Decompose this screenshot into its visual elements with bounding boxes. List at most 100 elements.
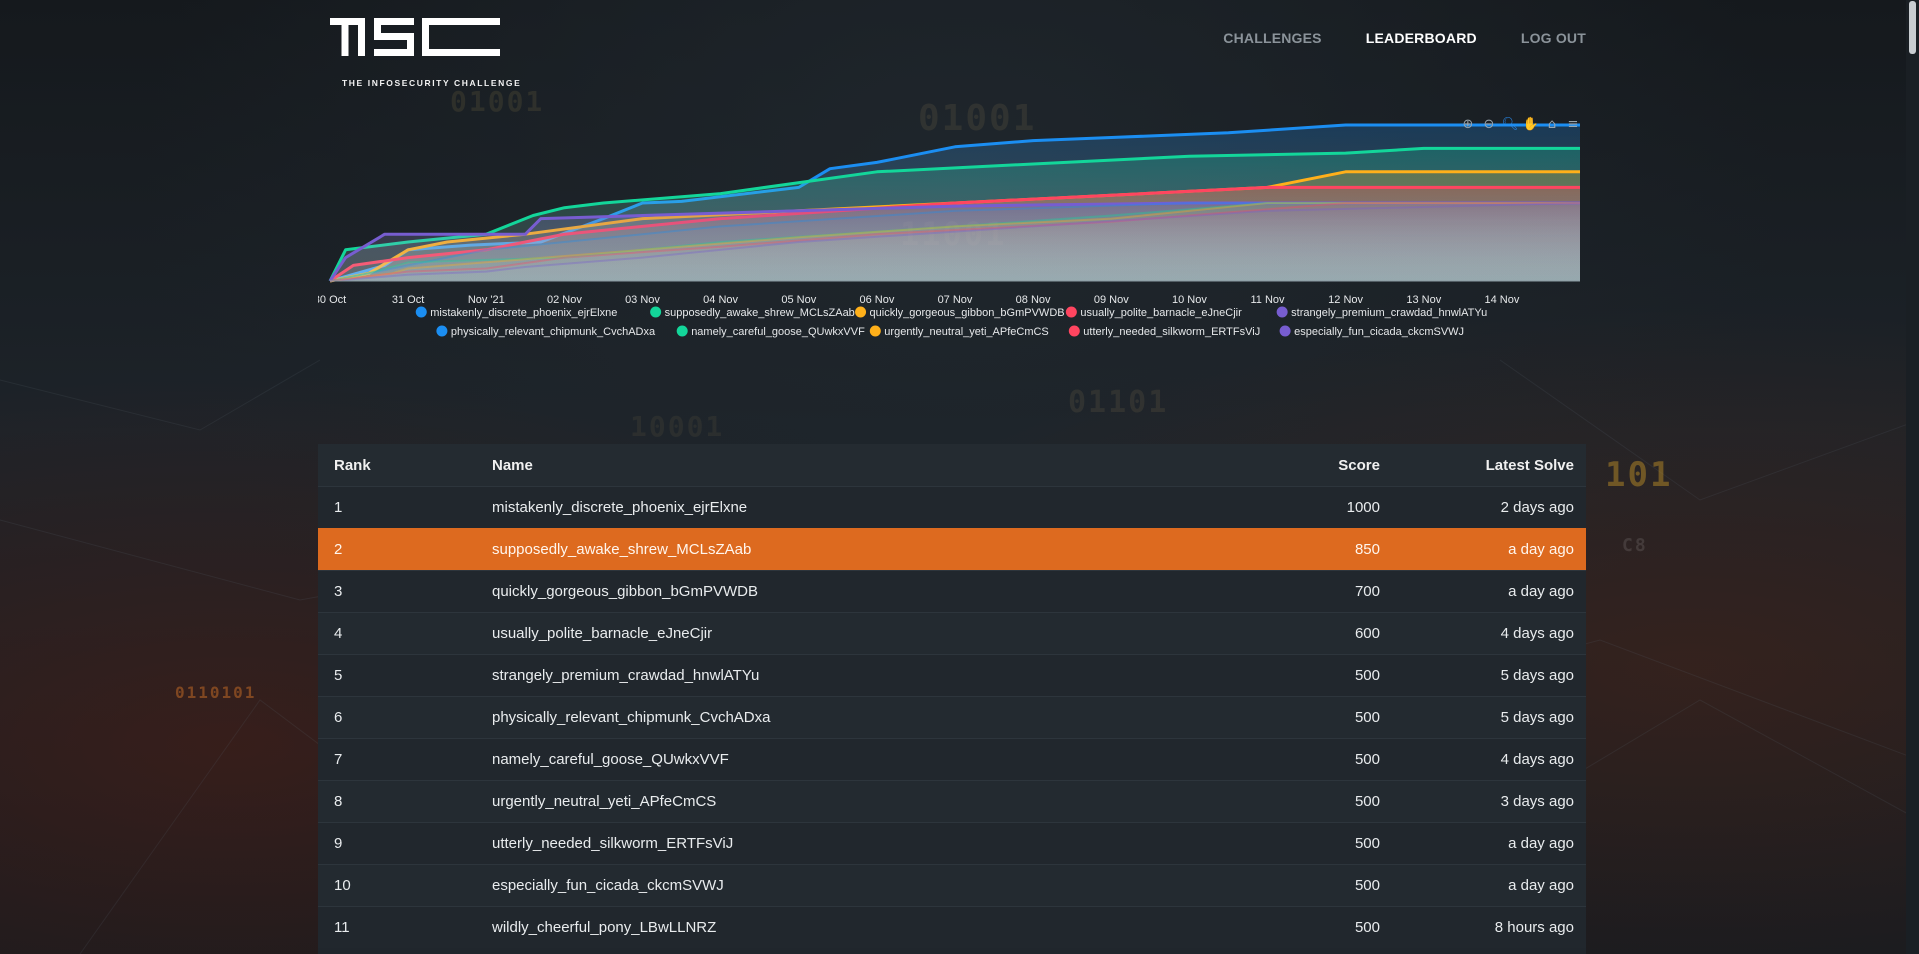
legend-item[interactable]: especially_fun_cicada_ckcmSVWJ [1279, 325, 1464, 339]
cell-latest-solve: a day ago [1392, 528, 1586, 571]
legend-label: mistakenly_discrete_phoenix_ejrElxne [430, 307, 617, 319]
table-row[interactable]: 5 strangely_premium_crawdad_hnwlATYu 500 5 … [318, 654, 1586, 697]
cell-latest-solve: 5 days ago [1392, 654, 1586, 697]
legend-label: namely_careful_goose_QUwkxVVF [691, 326, 865, 338]
chart-toolbar: ⊕ ⊖ 🔍︎ ✋ ⌂ ≡ [1459, 115, 1582, 133]
site-header: THE INFOSECURITY CHALLENGE CHALLENGES LE… [318, 0, 1586, 90]
table-row[interactable]: 11 wildly_cheerful_pony_LBwLLNRZ 500 8 hour… [318, 906, 1586, 948]
table-row[interactable]: 7 namely_careful_goose_QUwkxVVF 500 4 days … [318, 738, 1586, 781]
nav-leaderboard[interactable]: LEADERBOARD [1366, 30, 1477, 46]
legend-item[interactable]: quickly_gorgeous_gibbon_bGmPVWDB [855, 306, 1065, 320]
legend-marker [436, 325, 448, 337]
table-header-row: Rank Name Score Latest Solve [318, 444, 1586, 487]
background-digits: 0110101 [175, 683, 257, 702]
x-tick-label: 03 Nov [625, 294, 660, 306]
cell-name: mistakenly_discrete_phoenix_ejrElxne [476, 486, 1204, 529]
legend-item[interactable]: usually_polite_barnacle_eJneCjir [1065, 306, 1242, 320]
leaderboard-body: 1 mistakenly_discrete_phoenix_ejrElxne 100… [318, 486, 1586, 948]
column-header-latest-solve[interactable]: Latest Solve [1392, 444, 1586, 487]
legend-marker [1068, 325, 1080, 337]
tisc-logo[interactable]: THE INFOSECURITY CHALLENGE [330, 16, 520, 88]
legend-marker [415, 306, 427, 318]
column-header-name[interactable]: Name [476, 444, 1204, 487]
cell-latest-solve: 4 days ago [1392, 612, 1586, 655]
x-tick-label: 11 Nov [1250, 294, 1285, 306]
nav-logout[interactable]: LOG OUT [1521, 30, 1586, 46]
cell-score: 500 [1204, 864, 1392, 907]
zoom-out-icon[interactable]: ⊖ [1480, 115, 1498, 133]
table-row[interactable]: 9 utterly_needed_silkworm_ERTFsViJ 500 a da… [318, 822, 1586, 865]
cell-score: 500 [1204, 696, 1392, 739]
legend-item[interactable]: strangely_premium_crawdad_hnwlATYu [1276, 306, 1488, 320]
chart-legend: mistakenly_discrete_phoenix_ejrElxne supp… [415, 306, 1488, 339]
table-row[interactable]: 3 quickly_gorgeous_gibbon_bGmPVWDB 700 a da… [318, 570, 1586, 613]
cell-rank: 8 [318, 780, 476, 823]
x-tick-label: Nov '21 [468, 294, 505, 306]
x-tick-label: 08 Nov [1016, 294, 1051, 306]
legend-label: urgently_neutral_yeti_APfeCmCS [884, 326, 1048, 338]
cell-name: strangely_premium_crawdad_hnwlATYu [476, 654, 1204, 697]
legend-marker [650, 306, 662, 318]
scrollbar-thumb[interactable] [1909, 1, 1916, 54]
legend-marker [1065, 306, 1077, 318]
selection-zoom-icon[interactable]: 🔍︎ [1501, 115, 1519, 133]
cell-rank: 4 [318, 612, 476, 655]
cell-score: 500 [1204, 822, 1392, 865]
cell-score: 500 [1204, 654, 1392, 697]
cell-name: physically_relevant_chipmunk_CvchADxa [476, 696, 1204, 739]
cell-rank: 11 [318, 906, 476, 948]
column-header-score[interactable]: Score [1204, 444, 1392, 487]
cell-latest-solve: 3 days ago [1392, 780, 1586, 823]
plot-area [328, 123, 1581, 283]
legend-marker [855, 306, 867, 318]
legend-item[interactable]: urgently_neutral_yeti_APfeCmCS [869, 325, 1049, 339]
legend-item[interactable]: supposedly_awake_shrew_MCLsZAab [650, 306, 855, 320]
background-digits: 101 [1605, 455, 1673, 495]
legend-label: supposedly_awake_shrew_MCLsZAab [665, 307, 855, 319]
x-tick-label: 14 Nov [1484, 294, 1519, 306]
table-row[interactable]: 10 especially_fun_cicada_ckcmSVWJ 500 a day… [318, 864, 1586, 907]
home-icon[interactable]: ⌂ [1543, 115, 1561, 133]
legend-item[interactable]: physically_relevant_chipmunk_CvchADxa [436, 325, 656, 339]
pan-icon[interactable]: ✋ [1522, 115, 1540, 133]
table-row[interactable]: 1 mistakenly_discrete_phoenix_ejrElxne 100… [318, 486, 1586, 529]
page-scrollbar[interactable] [1906, 0, 1919, 954]
legend-label: quickly_gorgeous_gibbon_bGmPVWDB [870, 307, 1065, 319]
x-tick-label: 10 Nov [1172, 294, 1207, 306]
cell-score: 500 [1204, 906, 1392, 948]
x-tick-label: 13 Nov [1406, 294, 1441, 306]
leaderboard-panel: Rank Name Score Latest Solve 1 mistakenly… [318, 444, 1586, 954]
column-header-rank[interactable]: Rank [318, 444, 476, 487]
cell-name: namely_careful_goose_QUwkxVVF [476, 738, 1204, 781]
x-tick-label: 05 Nov [781, 294, 816, 306]
cell-name: quickly_gorgeous_gibbon_bGmPVWDB [476, 570, 1204, 613]
logo-mark [330, 18, 500, 56]
cell-score: 500 [1204, 780, 1392, 823]
cell-name: especially_fun_cicada_ckcmSVWJ [476, 864, 1204, 907]
background-digits: C8 [1622, 535, 1648, 556]
nav-challenges[interactable]: CHALLENGES [1223, 30, 1321, 46]
logo-tagline: THE INFOSECURITY CHALLENGE [342, 78, 522, 88]
legend-label: utterly_needed_silkworm_ERTFsViJ [1083, 326, 1260, 338]
x-tick-label: 04 Nov [703, 294, 738, 306]
score-chart-svg: 30 Oct 31 Oct Nov '21 02 Nov 03 Nov 04 Nov 05 … [318, 123, 1581, 339]
legend-label: usually_polite_barnacle_eJneCjir [1080, 307, 1242, 319]
x-axis-labels: 30 Oct 31 Oct Nov '21 02 Nov 03 Nov 04 Nov 05 … [318, 294, 1520, 306]
table-row[interactable]: 2 supposedly_awake_shrew_MCLsZAab 850 a day… [318, 528, 1586, 571]
menu-icon[interactable]: ≡ [1564, 115, 1582, 133]
x-tick-label: 06 Nov [859, 294, 894, 306]
table-row[interactable]: 6 physically_relevant_chipmunk_CvchADxa 50… [318, 696, 1586, 739]
legend-item[interactable]: namely_careful_goose_QUwkxVVF [676, 325, 865, 339]
cell-name: utterly_needed_silkworm_ERTFsViJ [476, 822, 1204, 865]
legend-marker [1279, 325, 1291, 337]
legend-item[interactable]: utterly_needed_silkworm_ERTFsViJ [1068, 325, 1260, 339]
table-row[interactable]: 8 urgently_neutral_yeti_APfeCmCS 500 3 days… [318, 780, 1586, 823]
cell-score: 700 [1204, 570, 1392, 613]
cell-score: 850 [1204, 528, 1392, 571]
table-row[interactable]: 4 usually_polite_barnacle_eJneCjir 600 4 da… [318, 612, 1586, 655]
cell-latest-solve: 2 days ago [1392, 486, 1586, 529]
legend-item[interactable]: mistakenly_discrete_phoenix_ejrElxne [415, 306, 618, 320]
x-tick-label: 07 Nov [938, 294, 973, 306]
zoom-in-icon[interactable]: ⊕ [1459, 115, 1477, 133]
cell-latest-solve: 5 days ago [1392, 696, 1586, 739]
